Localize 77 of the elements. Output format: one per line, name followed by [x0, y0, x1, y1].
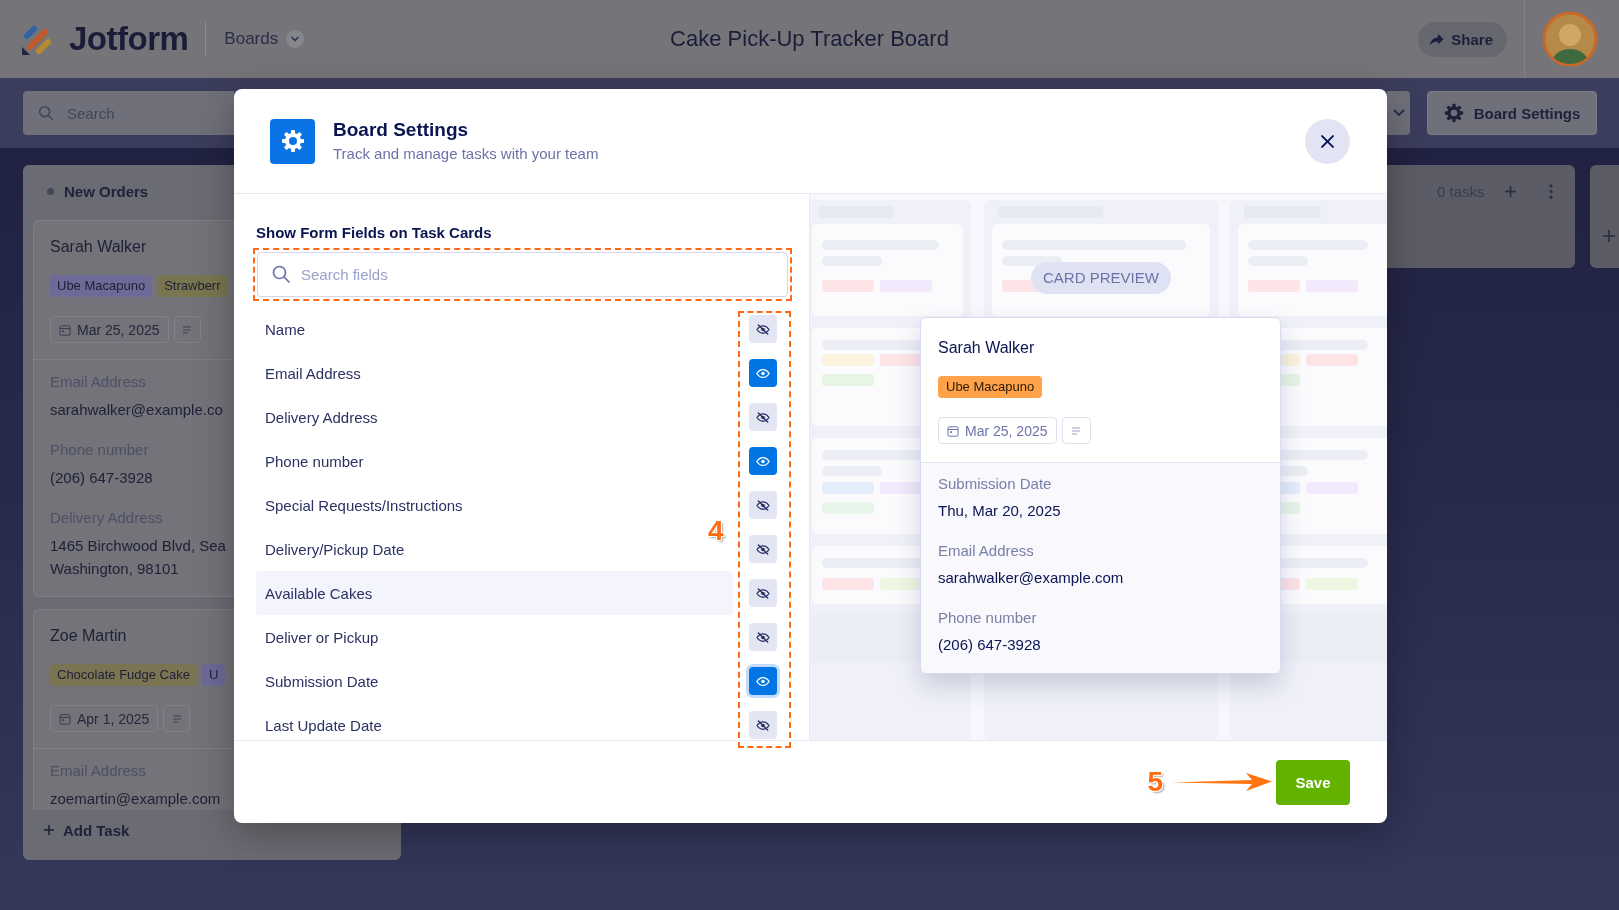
eye-slash-icon [756, 719, 770, 731]
chevron-icon [1392, 109, 1405, 117]
plus-icon [43, 824, 55, 836]
field-name[interactable]: Phone number [256, 439, 373, 483]
board-title: Cake Pick-Up Tracker Board [670, 26, 949, 52]
dropdown-button[interactable] [1387, 91, 1410, 135]
due-date: Mar 25, 2025 [77, 321, 160, 338]
visibility-toggle[interactable] [749, 535, 777, 563]
field-label: Phone number [938, 608, 1038, 628]
search-icon [37, 104, 55, 122]
field-value: Thu, Mar 20, 2025 [938, 501, 1062, 521]
eye-slash-icon [756, 631, 770, 643]
field-label: Email Address [938, 541, 1035, 561]
visibility-toggle[interactable] [749, 359, 777, 387]
eye-icon [756, 367, 770, 379]
field-name[interactable]: Deliver or Pickup [256, 615, 388, 659]
field-name[interactable]: Submission Date [256, 659, 388, 703]
field-name[interactable]: Delivery Address [256, 395, 387, 439]
tag: Chocolate Fudge Cake [50, 664, 197, 686]
logo-text: Jotform [69, 20, 189, 58]
field-value: (206) 647-3928 [50, 468, 154, 488]
visibility-toggle[interactable] [749, 315, 777, 343]
notes-icon [1061, 417, 1091, 444]
calendar-icon [947, 424, 959, 437]
field-value: zoemartin@example.com [50, 789, 222, 809]
field-value: sarahwalker@example.co [50, 400, 224, 420]
field-value: 1465 Birchwood Blvd, Sea Washington, 98101 [50, 536, 227, 579]
step-number: 5 [1147, 767, 1163, 797]
tag: U [202, 664, 226, 686]
tag: Ube Macapuno [938, 376, 1043, 398]
column-title: New Orders [64, 182, 149, 200]
close-icon [1321, 134, 1334, 148]
eye-slash-icon [756, 411, 770, 423]
search-field[interactable]: Search fields [257, 252, 788, 297]
visibility-toggle[interactable] [749, 447, 777, 475]
card-title: Sarah Walker [50, 237, 148, 257]
field-label: Submission Date [938, 474, 1053, 494]
eye-slash-icon [756, 323, 770, 335]
visibility-toggle[interactable] [749, 491, 777, 519]
chevron-icon [286, 30, 305, 48]
due-date: Mar 25, 2025 [965, 422, 1048, 439]
avatar-icon[interactable] [1542, 11, 1598, 67]
field-name[interactable]: Delivery/Pickup Date [256, 527, 414, 571]
settings-icon [270, 118, 315, 164]
field-name[interactable]: Email Address [256, 351, 370, 395]
visibility-toggle[interactable] [749, 579, 777, 607]
eye-slash-icon [756, 543, 770, 555]
calendar-icon [59, 712, 71, 725]
dialog-subtitle: Track and manage tasks with your team [333, 144, 599, 164]
field-name[interactable]: Special Requests/Instructions [256, 483, 472, 527]
field-name[interactable]: Available Cakes [256, 571, 733, 615]
tag: Strawberr [157, 275, 228, 297]
settings-icon [1443, 103, 1464, 123]
field-name[interactable]: Last Update Date [256, 703, 391, 740]
card-title: Sarah Walker [938, 338, 1036, 358]
calendar-icon [59, 323, 71, 336]
card-preview-badge: CARD PREVIEW [1031, 262, 1171, 294]
due-date: Apr 1, 2025 [77, 710, 150, 727]
eye-icon [756, 675, 770, 687]
visibility-toggle[interactable] [749, 623, 777, 651]
status-dot [47, 187, 54, 195]
close-button[interactable] [1305, 118, 1350, 164]
eye-icon [756, 455, 770, 467]
visibility-toggle[interactable] [749, 667, 777, 695]
field-value: (206) 647-3928 [938, 635, 1042, 655]
dialog-title: Board Settings [333, 118, 470, 142]
field-value: sarahwalker@example.com [938, 568, 1125, 588]
visibility-toggle[interactable] [749, 403, 777, 431]
field-name[interactable]: Name [256, 307, 314, 351]
search-icon [271, 264, 291, 284]
eye-slash-icon [756, 587, 770, 599]
step-number: 4 [708, 516, 724, 546]
section-title: Show Form Fields on Task Cards [256, 224, 493, 242]
visibility-toggle[interactable] [749, 711, 777, 739]
eye-slash-icon [756, 499, 770, 511]
card-title: Zoe Martin [50, 626, 128, 646]
tag: Ube Macapuno [50, 275, 153, 297]
